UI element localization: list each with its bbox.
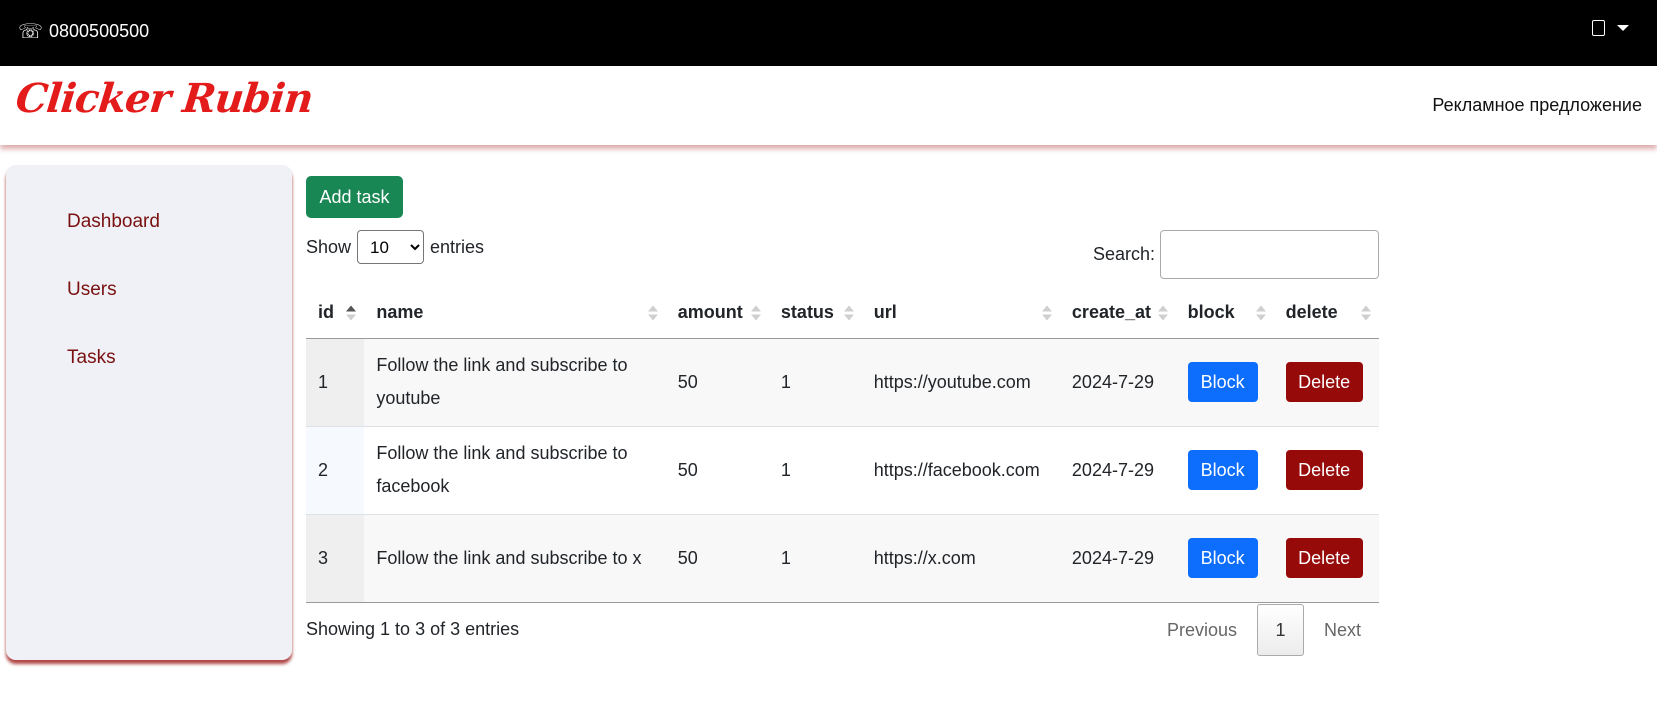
cell-block: Block (1175, 338, 1274, 427)
add-task-button[interactable]: Add task (306, 176, 403, 218)
sidebar-item-tasks[interactable]: Tasks (67, 347, 116, 369)
show-label: Show (306, 236, 352, 257)
page-1-button[interactable]: 1 (1256, 604, 1304, 656)
pagination: Previous 1 Next (1149, 604, 1379, 656)
cell-status: 1 (768, 338, 862, 427)
sidebar-item-dashboard[interactable]: Dashboard (67, 211, 160, 233)
next-page-button[interactable]: Next (1306, 620, 1379, 641)
cell-name: Follow the link and subscribe to youtube (364, 338, 666, 427)
sort-icon (1361, 305, 1371, 321)
col-status-label: status (780, 302, 834, 323)
top-bar: ☏ 0800500500 (0, 0, 1657, 66)
cell-amount: 50 (665, 338, 769, 427)
user-menu-dropdown[interactable] (1592, 20, 1629, 36)
phone-icon: ☏ (18, 19, 44, 43)
user-box-icon (1592, 20, 1605, 36)
col-create-at[interactable]: create_at (1059, 288, 1176, 339)
block-button[interactable]: Block (1187, 450, 1258, 490)
search-box: Search: (1093, 230, 1379, 279)
cell-status: 1 (768, 426, 862, 515)
cell-block: Block (1175, 514, 1274, 603)
cell-id: 2 (306, 426, 365, 515)
caret-down-icon (1617, 25, 1629, 31)
col-create-at-label: create_at (1071, 302, 1151, 323)
table-header-row: id name amount status url create_at bloc… (306, 288, 1379, 339)
table-row: 3 Follow the link and subscribe to x 50 … (306, 514, 1379, 603)
tasks-table: id name amount status url create_at bloc… (306, 288, 1379, 603)
col-amount[interactable]: amount (665, 288, 769, 339)
sort-icon (1157, 305, 1168, 321)
col-url-label: url (873, 302, 897, 323)
sort-icon (647, 305, 658, 321)
col-delete-label: delete (1285, 302, 1338, 323)
block-button[interactable]: Block (1187, 362, 1258, 402)
previous-page-button[interactable]: Previous (1149, 620, 1255, 641)
cell-name: Follow the link and subscribe to x (364, 514, 666, 603)
table-row: 1 Follow the link and subscribe to youtu… (306, 338, 1379, 427)
sidebar-item-users[interactable]: Users (67, 279, 117, 301)
cell-url: https://x.com (861, 514, 1060, 603)
cell-url: https://youtube.com (861, 338, 1060, 427)
cell-url: https://facebook.com (861, 426, 1060, 515)
cell-name: Follow the link and subscribe to faceboo… (364, 426, 666, 515)
col-id[interactable]: id (306, 288, 365, 339)
cell-block: Block (1175, 426, 1274, 515)
col-block[interactable]: block (1175, 288, 1274, 339)
cell-delete: Delete (1273, 514, 1379, 603)
cell-id: 3 (306, 514, 365, 603)
col-name[interactable]: name (364, 288, 666, 339)
sort-icon (750, 305, 761, 321)
ad-offer-link[interactable]: Рекламное предложение (1432, 95, 1642, 116)
logo[interactable]: Clicker Rubin (14, 75, 315, 122)
col-url[interactable]: url (861, 288, 1060, 339)
block-button[interactable]: Block (1187, 538, 1258, 578)
col-amount-label: amount (677, 302, 743, 323)
cell-id: 1 (306, 338, 365, 427)
delete-button[interactable]: Delete (1285, 450, 1363, 490)
phone-number: 0800500500 (49, 20, 150, 41)
cell-status: 1 (768, 514, 862, 603)
entries-length: Show 10 entries (306, 230, 484, 264)
sort-icon (1041, 305, 1052, 321)
table-info: Showing 1 to 3 of 3 entries (306, 619, 520, 639)
col-status[interactable]: status (768, 288, 862, 339)
cell-create-at: 2024-7-29 (1059, 514, 1176, 603)
delete-button[interactable]: Delete (1285, 538, 1363, 578)
site-header: Clicker Rubin Рекламное предложение (0, 66, 1657, 145)
cell-delete: Delete (1273, 426, 1379, 515)
entries-label: entries (430, 236, 485, 257)
sort-icon (843, 305, 854, 321)
phone-contact: ☏ 0800500500 (18, 19, 149, 43)
cell-create-at: 2024-7-29 (1059, 426, 1176, 515)
cell-amount: 50 (665, 514, 769, 603)
sort-asc-icon (346, 305, 357, 321)
sidebar: Dashboard Users Tasks (6, 165, 292, 660)
cell-delete: Delete (1273, 338, 1379, 427)
search-label: Search: (1092, 244, 1155, 264)
col-name-label: name (376, 302, 424, 323)
sort-icon (1255, 305, 1266, 321)
col-id-label: id (318, 302, 334, 323)
col-block-label: block (1187, 302, 1235, 323)
cell-amount: 50 (665, 426, 769, 515)
delete-button[interactable]: Delete (1285, 362, 1363, 402)
entries-select[interactable]: 10 (357, 230, 425, 264)
col-delete[interactable]: delete (1273, 288, 1379, 339)
search-input[interactable] (1160, 230, 1379, 279)
table-row: 2 Follow the link and subscribe to faceb… (306, 426, 1379, 515)
cell-create-at: 2024-7-29 (1059, 338, 1176, 427)
